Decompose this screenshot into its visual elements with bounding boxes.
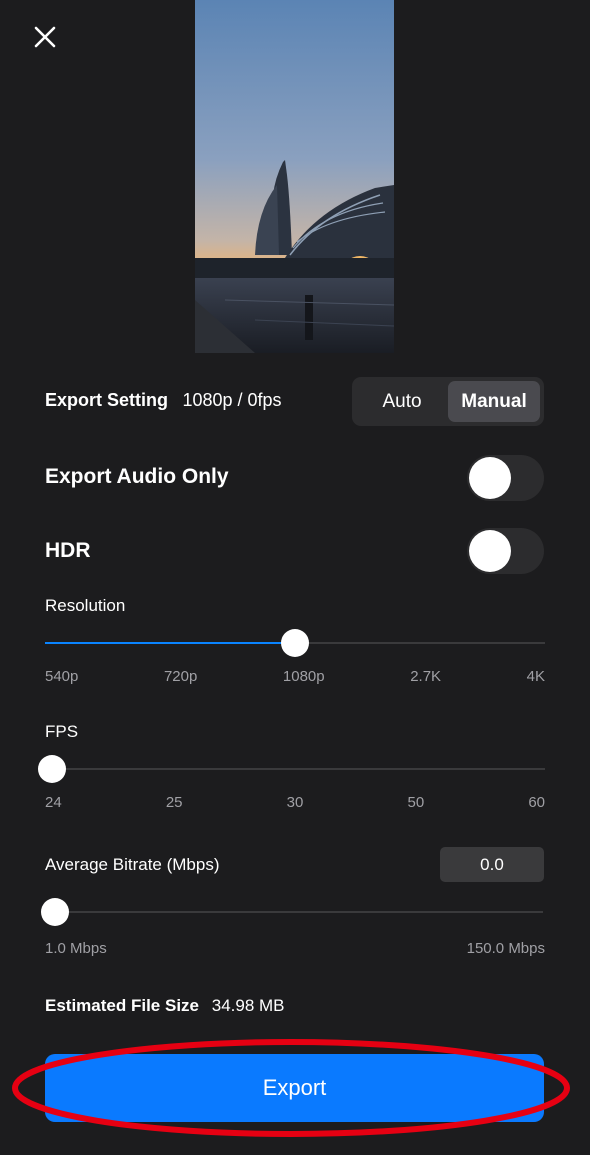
video-preview	[195, 0, 394, 353]
bitrate-max-label: 150.0 Mbps	[466, 940, 545, 957]
bitrate-label: Average Bitrate (Mbps)	[45, 855, 220, 874]
close-button[interactable]	[30, 22, 60, 52]
resolution-label: Resolution	[45, 596, 126, 615]
bitrate-slider[interactable]	[41, 898, 543, 926]
toggle-knob	[469, 457, 511, 499]
resolution-tick: 1080p	[282, 668, 325, 685]
resolution-tick: 4K	[526, 668, 545, 685]
audio-only-toggle[interactable]	[467, 455, 544, 501]
mode-manual-option[interactable]: Manual	[448, 381, 540, 422]
resolution-tick: 720p	[163, 668, 198, 685]
hdr-toggle[interactable]	[467, 528, 544, 574]
file-size-row: Estimated File Size 34.98 MB	[45, 996, 285, 1016]
bitrate-slider-thumb[interactable]	[41, 898, 69, 926]
resolution-slider[interactable]	[45, 629, 545, 657]
close-icon	[34, 26, 56, 48]
fps-tick: 30	[286, 794, 304, 811]
fps-ticks: 24 25 30 50 60	[45, 794, 545, 811]
bitrate-value-field[interactable]: 0.0	[440, 847, 544, 882]
fps-tick: 25	[165, 794, 183, 811]
fps-label: FPS	[45, 722, 79, 741]
fps-slider[interactable]	[38, 755, 545, 783]
mode-auto-option[interactable]: Auto	[356, 381, 448, 422]
export-setting-value: 1080p / 0fps	[182, 390, 282, 410]
fps-tick: 50	[407, 794, 425, 811]
resolution-tick: 540p	[45, 668, 79, 685]
toggle-knob	[469, 530, 511, 572]
bitrate-range-labels: 1.0 Mbps 150.0 Mbps	[45, 940, 545, 957]
file-size-value: 34.98 MB	[211, 996, 285, 1015]
fps-tick: 24	[45, 794, 62, 811]
resolution-slider-fill	[45, 642, 295, 644]
fps-slider-thumb[interactable]	[38, 755, 66, 783]
resolution-ticks: 540p 720p 1080p 2.7K 4K	[45, 668, 545, 685]
resolution-slider-thumb[interactable]	[281, 629, 309, 657]
fps-tick: 60	[528, 794, 545, 811]
resolution-tick: 2.7K	[410, 668, 442, 685]
export-setting-label: Export Setting	[45, 390, 169, 410]
export-button[interactable]: Export	[45, 1054, 544, 1122]
bitrate-min-label: 1.0 Mbps	[45, 940, 107, 957]
file-size-label: Estimated File Size	[45, 996, 199, 1015]
mode-segmented-control: Auto Manual	[352, 377, 544, 426]
